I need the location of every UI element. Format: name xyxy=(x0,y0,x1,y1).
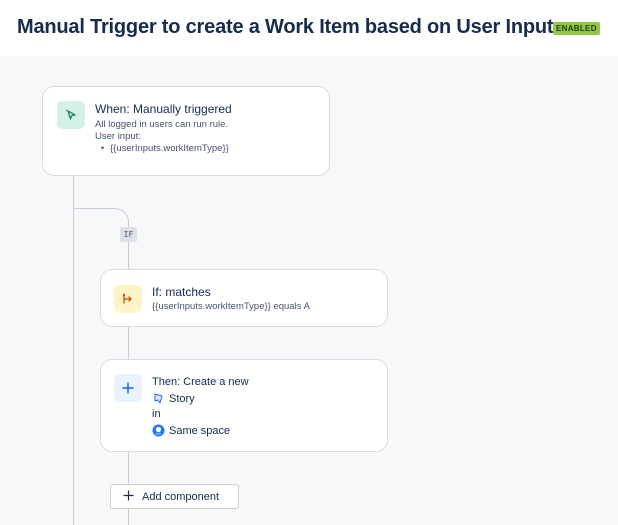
action-item-type-label: Story xyxy=(169,392,195,405)
trigger-title: When: Manually triggered xyxy=(95,102,232,116)
branch-icon xyxy=(114,285,142,313)
action-space-label: Same space xyxy=(169,424,231,437)
user-input-item: {{userInputs.workItemType}} xyxy=(110,143,229,154)
add-component-button[interactable]: Add component xyxy=(110,484,239,509)
status-badge: ENABLED xyxy=(553,22,600,35)
trigger-description-line: User input: xyxy=(95,131,141,142)
user-input-list: • {{userInputs.workItemType}} xyxy=(95,143,229,154)
action-card[interactable]: Then: Create a new Story in Same space xyxy=(100,359,388,452)
condition-card[interactable]: If: matches {{userInputs.workItemType}} … xyxy=(100,269,388,327)
action-title: Then: Create a new xyxy=(152,376,249,388)
trigger-description: All logged in users can run rule. User i… xyxy=(95,119,228,143)
action-space: Same space xyxy=(152,424,230,437)
plus-icon xyxy=(114,374,142,402)
trigger-description-line: All logged in users can run rule. xyxy=(95,119,229,130)
add-component-label: Add component xyxy=(142,490,220,503)
page-title: Manual Trigger to create a Work Item bas… xyxy=(17,16,554,38)
bullet-icon: • xyxy=(100,143,105,154)
space-avatar-icon xyxy=(152,424,165,437)
plus-icon xyxy=(123,490,134,504)
trigger-card[interactable]: When: Manually triggered All logged in u… xyxy=(42,86,330,176)
action-connector-text: in xyxy=(152,408,161,420)
condition-detail: {{userInputs.workItemType}} equals A xyxy=(152,301,310,312)
if-branch-tag: IF xyxy=(120,227,137,242)
action-item-type: Story xyxy=(152,392,195,405)
story-bookmark-icon xyxy=(152,392,165,405)
condition-title: If: matches xyxy=(152,285,211,299)
page-header: Manual Trigger to create a Work Item bas… xyxy=(0,0,618,56)
cursor-click-icon xyxy=(57,101,85,129)
